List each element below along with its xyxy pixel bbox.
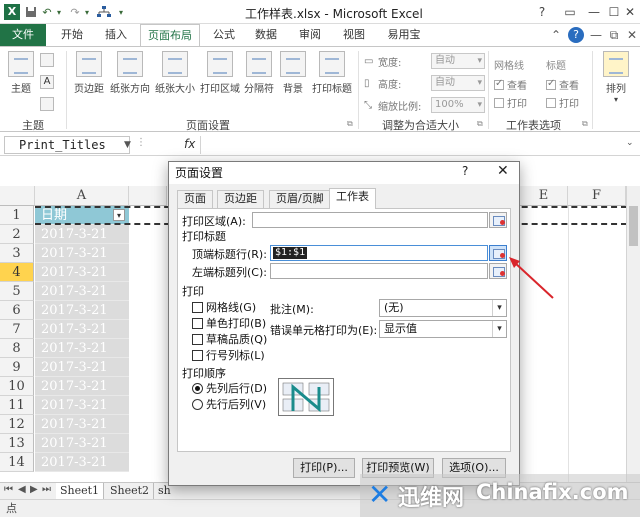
annotation-arrow-icon — [509, 257, 554, 299]
watermark-en: Chinafix.com — [476, 480, 629, 504]
watermark-logo-icon: ✕ — [368, 478, 392, 511]
tab-sheet[interactable]: 工作表 — [329, 188, 376, 209]
watermark-cn: 迅维网 — [398, 486, 465, 511]
